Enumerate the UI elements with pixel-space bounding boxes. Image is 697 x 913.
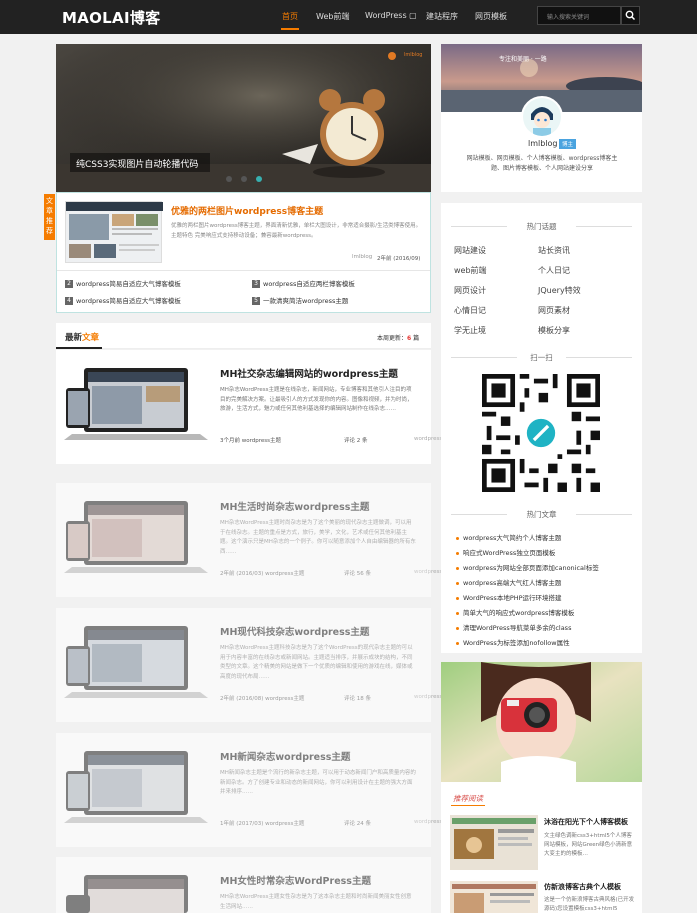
post-card[interactable]: MH社交杂志编辑网站的wordpress主题 MH杂志WordPress主题是在… [56, 350, 442, 464]
image-slider[interactable]: lmlblog 纯CSS3实现图片自动轮播代码 [56, 44, 431, 192]
fade-overlay [56, 733, 431, 847]
weekly-update-count: 本周更新：6 篇 [377, 335, 420, 342]
recommend-side-label: 文章推荐 [44, 194, 55, 240]
hot-article-link[interactable]: 响应式WordPress独立页面模板 [456, 547, 555, 557]
hot-article-link[interactable]: WordPress为标签添加nofollow属性 [456, 637, 570, 647]
fade-overlay [56, 608, 431, 722]
featured-date: 2年前 (2016/09) [377, 256, 421, 262]
divider [57, 270, 430, 271]
featured-list-item[interactable]: 3 wordpress自适应两栏博客模板 [252, 278, 355, 288]
tag-link[interactable]: 站长资讯 [538, 245, 570, 256]
slider-caption[interactable]: 纯CSS3实现图片自动轮播代码 [76, 157, 198, 170]
post-comments[interactable]: 评论 2 条 [344, 436, 368, 444]
post-meta: 3个月前 wordpress主题 [220, 438, 282, 444]
banner-text: 专注和美丽 · 一路 [499, 56, 547, 63]
hot-articles-heading: 热门文章 [441, 509, 642, 519]
tag-link[interactable]: 模板分享 [538, 325, 570, 336]
post-title[interactable]: MH社交杂志编辑网站的wordpress主题 [220, 366, 398, 380]
recommend-underline [451, 805, 485, 806]
sidebar-widgets: 热门话题 网站建设 站长资讯 web前端 个人日记 网页设计 JQuery特效 … [441, 203, 642, 653]
hot-article-link[interactable]: wordpress大气简约个人博客主题 [456, 532, 561, 542]
latest-title: 最新文章 [65, 333, 100, 343]
post-card[interactable]: MH生活时尚杂志wordpress主题 MH杂志WordPress主题时尚杂志是… [56, 483, 442, 597]
nav-wordpress[interactable]: WordPress ▢ [365, 11, 417, 20]
hot-article-link[interactable]: wordpress高端大气红人博客主题 [456, 577, 561, 587]
featured-author: lmlblog [352, 254, 373, 260]
profile-name[interactable]: lmlblog [528, 139, 558, 148]
hot-article-link[interactable]: 清理WordPress导航菜单多余的class [456, 622, 571, 632]
slider-dot-3-active[interactable] [256, 176, 262, 182]
post-thumbnail [64, 368, 208, 440]
tag-link[interactable]: 学无止境 [454, 325, 486, 336]
recommend-title: 推荐阅读 [453, 794, 483, 803]
tag-link[interactable]: 心情日记 [454, 305, 486, 316]
recommend-item-title[interactable]: 仿新浪博客古典个人模板 [544, 882, 621, 892]
qr-code[interactable] [482, 374, 600, 492]
nav-site-programs[interactable]: 建站程序 [426, 11, 458, 22]
nav-home[interactable]: 首页 [282, 11, 298, 22]
avatar[interactable] [521, 96, 563, 138]
site-logo[interactable]: MAOLAI博客 [62, 7, 160, 28]
slider-dot-2[interactable] [241, 176, 247, 182]
nav-active-indicator [281, 28, 299, 30]
tag-link[interactable]: 网站建设 [454, 245, 486, 256]
featured-excerpt: 优雅的两栏图片wordpress博客主题，界面清新优雅，单栏大图设计，非常适合摄… [171, 223, 422, 239]
tag-link[interactable]: 个人日记 [538, 265, 570, 276]
tag-link[interactable]: 网页素材 [538, 305, 570, 316]
slider-dot-1[interactable] [226, 176, 232, 182]
search-icon [625, 10, 636, 21]
featured-thumbnail[interactable] [65, 201, 163, 263]
post-card[interactable]: MH现代科技杂志wordpress主题 MH杂志WordPress主题科技杂志是… [56, 608, 442, 722]
profile-card: 专注和美丽 · 一路 lmlblog 博主 网站模板、网页模板、个人博客模板、w… [441, 44, 642, 192]
tag-link[interactable]: JQuery特效 [538, 285, 581, 296]
search-input[interactable]: 输入搜索关键词 [537, 6, 621, 25]
recommend-item-title[interactable]: 沐浴在阳光下个人博客模板 [544, 817, 628, 827]
nav-templates[interactable]: 网页模板 [475, 11, 507, 22]
fade-overlay [56, 483, 431, 597]
recommend-widget: 推荐阅读 沐浴在阳光下个人博客模板 文主绿色调新css3+html5个人博客网站… [441, 662, 642, 913]
recommend-item-desc: 这是一个仿新浪博客古典风格(已开发源码)您设置模板css3+html5 [544, 897, 635, 912]
featured-thumbnail-image [66, 202, 163, 258]
featured-list-item[interactable]: 2 wordpress简易自适应大气博客模板 [65, 278, 181, 288]
profile-badge: 博主 [559, 139, 577, 149]
camera-girl-banner[interactable] [441, 662, 642, 782]
featured-list-item[interactable]: 5 一款清爽简洁wordpress主题 [252, 295, 348, 305]
featured-title[interactable]: 优雅的两栏图片wordpress博客主题 [171, 204, 323, 217]
hot-article-link[interactable]: wordpress为网站全部页面添加canonical标签 [456, 562, 599, 572]
tag-link[interactable]: 网页设计 [454, 285, 486, 296]
profile-description: 网站模板、网页模板、个人博客模板、wordpress博客主题、图片博客模板、个人… [466, 155, 618, 172]
hot-article-link[interactable]: 简单大气的响应式wordpress博客模板 [456, 607, 574, 617]
post-category[interactable]: wordpress [414, 436, 442, 442]
nav-web-frontend[interactable]: Web前端 [316, 11, 349, 22]
featured-list-item[interactable]: 4 wordpress简易自适应大气博客模板 [65, 295, 181, 305]
post-card[interactable]: MH女性时常杂志WordPress主题 MH杂志WordPress主题女性杂志是… [56, 857, 431, 913]
avatar-image [523, 98, 561, 136]
slider-watermark: lmlblog [404, 52, 423, 58]
recommend-item-desc: 文主绿色调新css3+html5个人博客网站模板，网站Green绿色小清新意大变… [544, 833, 633, 857]
scan-heading: 扫一扫 [441, 352, 642, 362]
recommend-thumbnail[interactable] [450, 881, 538, 913]
featured-article: 优雅的两栏图片wordpress博客主题 优雅的两栏图片wordpress博客主… [56, 192, 431, 313]
hot-article-link[interactable]: WordPress本地PHP运行环境搭建 [456, 592, 562, 602]
latest-articles-header: 最新文章 本周更新：6 篇 [56, 323, 431, 349]
post-card[interactable]: MH新闻杂志wordpress主题 MH新闻杂志主题是个流行的新杂志主题，可以用… [56, 733, 442, 847]
hot-topics-heading: 热门话题 [441, 221, 642, 231]
post-excerpt: MH杂志WordPress主题是在线杂志，新闻网站，专业博客和其他引人注目的项目… [220, 387, 413, 412]
recommend-thumbnail[interactable] [450, 815, 538, 870]
latest-title-underline [56, 347, 102, 349]
fade-overlay [56, 857, 431, 913]
tag-link[interactable]: web前端 [454, 265, 487, 276]
search-button[interactable] [621, 6, 640, 25]
